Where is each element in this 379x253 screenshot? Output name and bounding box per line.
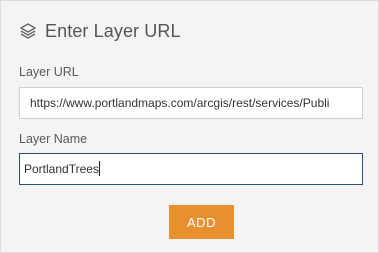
layers-icon	[19, 22, 37, 40]
layer-name-value: PortlandTrees	[24, 162, 99, 176]
layer-name-label: Layer Name	[19, 132, 88, 146]
text-caret	[98, 161, 100, 177]
enter-layer-url-panel: Enter Layer URL Layer URL https://www.po…	[0, 0, 379, 253]
panel-header: Enter Layer URL	[19, 19, 181, 43]
layer-url-label: Layer URL	[19, 65, 79, 79]
layer-url-input[interactable]: https://www.portlandmaps.com/arcgis/rest…	[19, 87, 363, 119]
add-button[interactable]: ADD	[169, 205, 234, 239]
panel-title: Enter Layer URL	[45, 20, 181, 41]
layer-name-input[interactable]: PortlandTrees	[19, 153, 363, 185]
